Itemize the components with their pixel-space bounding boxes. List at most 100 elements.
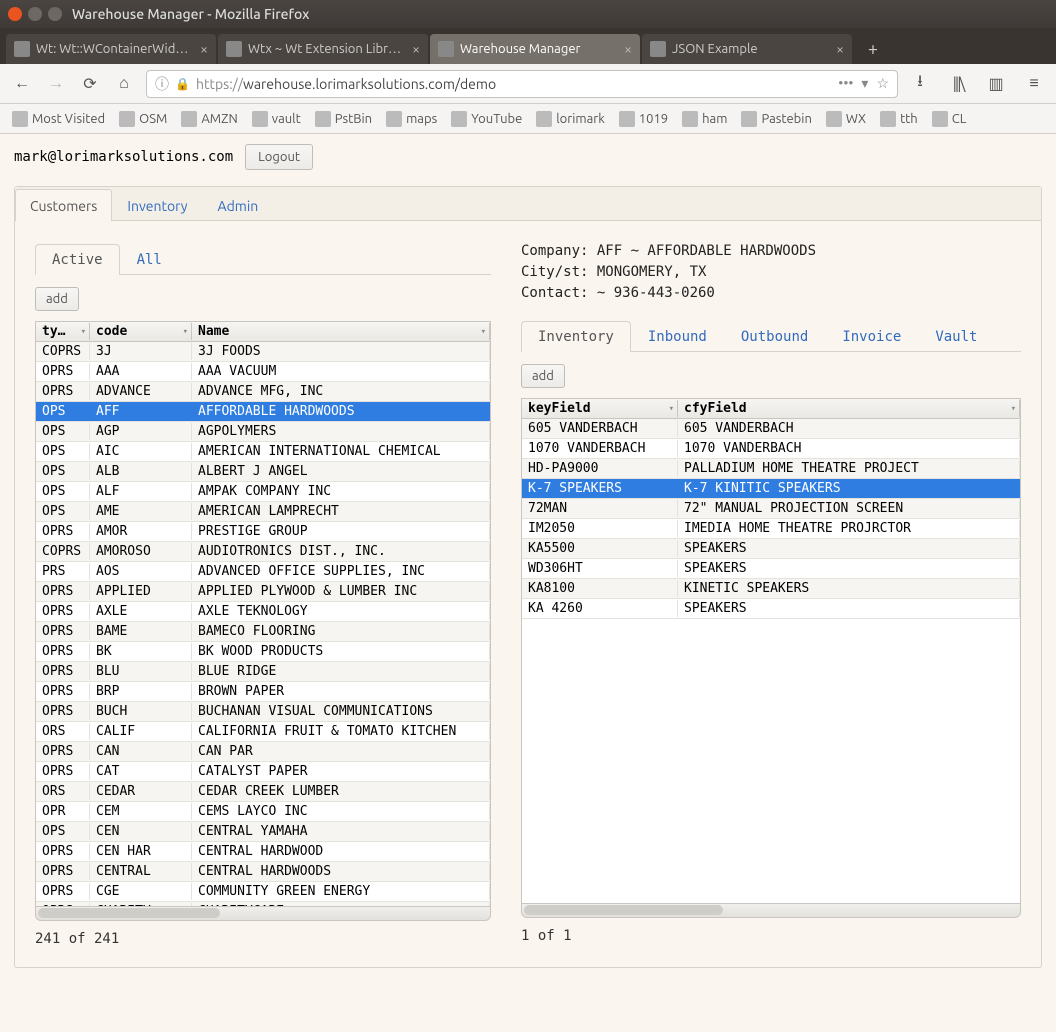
customers-grid[interactable]: ty…▾code▾Name▾COPRS3J3J FOODSOPRSAAAAAA … <box>35 321 491 907</box>
main-tab-admin[interactable]: Admin <box>203 189 274 221</box>
bookmark-item[interactable]: ham <box>682 111 727 127</box>
table-row[interactable]: OPRCEMCEMS LAYCO INC <box>36 802 490 822</box>
add-inventory-button[interactable]: add <box>521 364 565 388</box>
back-icon[interactable]: ← <box>10 72 34 96</box>
table-row[interactable]: OPRSBRPBROWN PAPER <box>36 682 490 702</box>
table-row[interactable]: OPRSBLUBLUE RIDGE <box>36 662 490 682</box>
table-row[interactable]: PRSAOSADVANCED OFFICE SUPPLIES, INC <box>36 562 490 582</box>
window-close-icon[interactable] <box>8 7 22 21</box>
column-header[interactable]: keyField▾ <box>522 400 678 417</box>
reader-icon[interactable]: ▾ <box>861 75 868 92</box>
window-maximize-icon[interactable] <box>48 7 62 21</box>
new-tab-button[interactable]: + <box>858 36 888 62</box>
downloads-icon[interactable]: ⭳ <box>908 72 932 96</box>
table-row[interactable]: K-7 SPEAKERSK-7 KINITIC SPEAKERS <box>522 479 1020 499</box>
bookmark-item[interactable]: CL <box>932 111 967 127</box>
customers-tab-active[interactable]: Active <box>35 244 120 275</box>
table-row[interactable]: OPRSBKBK WOOD PRODUCTS <box>36 642 490 662</box>
sort-icon[interactable]: ▾ <box>669 404 674 414</box>
sort-icon[interactable]: ▾ <box>1011 404 1016 414</box>
table-row[interactable]: OPRSCENTRALCENTRAL HARDWOODS <box>36 862 490 882</box>
table-row[interactable]: 605 VANDERBACH605 VANDERBACH <box>522 419 1020 439</box>
column-header[interactable]: ty…▾ <box>36 323 90 340</box>
browser-tab[interactable]: Wtx ~ Wt Extension Library × <box>218 34 428 64</box>
browser-tab[interactable]: JSON Example × <box>642 34 852 64</box>
detail-tab-vault[interactable]: Vault <box>918 321 994 352</box>
table-row[interactable]: OPSAGPAGPOLYMERS <box>36 422 490 442</box>
detail-tab-inbound[interactable]: Inbound <box>631 321 724 352</box>
table-row[interactable]: OPSAFFAFFORDABLE HARDWOODS <box>36 402 490 422</box>
column-header[interactable]: Name▾ <box>192 323 490 340</box>
bookmark-item[interactable]: Most Visited <box>12 111 105 127</box>
browser-tab[interactable]: Warehouse Manager × <box>430 34 640 64</box>
close-tab-icon[interactable]: × <box>412 41 420 57</box>
table-row[interactable]: 1070 VANDERBACH1070 VANDERBACH <box>522 439 1020 459</box>
table-row[interactable]: COPRSAMOROSOAUDIOTRONICS DIST., INC. <box>36 542 490 562</box>
forward-icon[interactable]: → <box>44 72 68 96</box>
bookmark-item[interactable]: PstBin <box>315 111 372 127</box>
detail-tab-invoice[interactable]: Invoice <box>825 321 918 352</box>
home-icon[interactable]: ⌂ <box>112 72 136 96</box>
table-row[interactable]: OPRSBUCHBUCHANAN VISUAL COMMUNICATIONS <box>36 702 490 722</box>
table-row[interactable]: OPRSAMORPRESTIGE GROUP <box>36 522 490 542</box>
bookmark-item[interactable]: Pastebin <box>741 111 811 127</box>
column-header[interactable]: code▾ <box>90 323 192 340</box>
table-row[interactable]: OPRSAPPLIEDAPPLIED PLYWOOD & LUMBER INC <box>36 582 490 602</box>
table-row[interactable]: ORSCALIFCALIFORNIA FRUIT & TOMATO KITCHE… <box>36 722 490 742</box>
window-minimize-icon[interactable] <box>28 7 42 21</box>
add-customer-button[interactable]: add <box>35 287 79 311</box>
browser-tab[interactable]: Wt: Wt::WContainerWidget × <box>6 34 216 64</box>
table-row[interactable]: OPSCENCENTRAL YAMAHA <box>36 822 490 842</box>
sidebar-icon[interactable]: ▥ <box>984 72 1008 96</box>
close-tab-icon[interactable]: × <box>836 41 844 57</box>
table-row[interactable]: OPSAICAMERICAN INTERNATIONAL CHEMICAL <box>36 442 490 462</box>
info-icon[interactable]: ⓘ <box>155 74 169 94</box>
table-row[interactable]: KA8100KINETIC SPEAKERS <box>522 579 1020 599</box>
ellipsis-icon[interactable]: ••• <box>838 75 853 92</box>
bookmark-item[interactable]: 1019 <box>619 111 668 127</box>
table-row[interactable]: COPRS3J3J FOODS <box>36 342 490 362</box>
table-row[interactable]: OPRSAXLEAXLE TEKNOLOGY <box>36 602 490 622</box>
bookmark-item[interactable]: lorimark <box>536 111 605 127</box>
table-row[interactable]: OPSALFAMPAK COMPANY INC <box>36 482 490 502</box>
main-tab-inventory[interactable]: Inventory <box>112 189 202 221</box>
table-row[interactable]: KA 4260SPEAKERS <box>522 599 1020 619</box>
table-row[interactable]: 72MAN72" MANUAL PROJECTION SCREEN <box>522 499 1020 519</box>
close-tab-icon[interactable]: × <box>200 41 208 57</box>
scrollbar-horizontal[interactable] <box>521 904 1021 918</box>
bookmark-item[interactable]: AMZN <box>181 111 237 127</box>
sort-icon[interactable]: ▾ <box>81 327 86 337</box>
scrollbar-horizontal[interactable] <box>35 907 491 921</box>
bookmark-item[interactable]: vault <box>252 111 301 127</box>
bookmark-item[interactable]: YouTube <box>451 111 522 127</box>
close-tab-icon[interactable]: × <box>624 41 632 57</box>
table-row[interactable]: OPRSCEN HARCENTRAL HARDWOOD <box>36 842 490 862</box>
bookmark-item[interactable]: OSM <box>119 111 167 127</box>
table-row[interactable]: OPSAMEAMERICAN LAMPRECHT <box>36 502 490 522</box>
inventory-grid[interactable]: keyField▾cfyField▾ 605 VANDERBACH605 VAND… <box>521 398 1021 904</box>
table-row[interactable]: OPRSADVANCEADVANCE MFG, INC <box>36 382 490 402</box>
main-tab-customers[interactable]: Customers <box>15 189 112 221</box>
table-row[interactable]: ORSCEDARCEDAR CREEK LUMBER <box>36 782 490 802</box>
detail-tab-inventory[interactable]: Inventory <box>521 321 631 352</box>
table-row[interactable]: KA5500SPEAKERS <box>522 539 1020 559</box>
bookmark-item[interactable]: maps <box>386 111 437 127</box>
table-row[interactable]: HD-PA9000PALLADIUM HOME THEATRE PROJECT <box>522 459 1020 479</box>
table-row[interactable]: OPRSCATCATALYST PAPER <box>36 762 490 782</box>
detail-tab-outbound[interactable]: Outbound <box>724 321 825 352</box>
customers-tab-all[interactable]: All <box>120 244 179 275</box>
sort-icon[interactable]: ▾ <box>481 327 486 337</box>
table-row[interactable]: OPRSCGECOMMUNITY GREEN ENERGY <box>36 882 490 902</box>
library-icon[interactable]: |||\ <box>946 72 970 96</box>
column-header[interactable]: cfyField▾ <box>678 400 1020 417</box>
table-row[interactable]: WD306HTSPEAKERS <box>522 559 1020 579</box>
menu-icon[interactable]: ≡ <box>1022 72 1046 96</box>
bookmark-item[interactable]: tth <box>880 111 918 127</box>
table-row[interactable]: OPSALBALBERT J ANGEL <box>36 462 490 482</box>
bookmark-item[interactable]: WX <box>826 111 866 127</box>
bookmark-star-icon[interactable]: ☆ <box>876 75 889 92</box>
table-row[interactable]: OPRSBAMEBAMECO FLOORING <box>36 622 490 642</box>
logout-button[interactable]: Logout <box>245 144 313 170</box>
reload-icon[interactable]: ⟳ <box>78 72 102 96</box>
url-bar[interactable]: ⓘ 🔒 https://warehouse.lorimarksolutions.… <box>146 70 898 98</box>
